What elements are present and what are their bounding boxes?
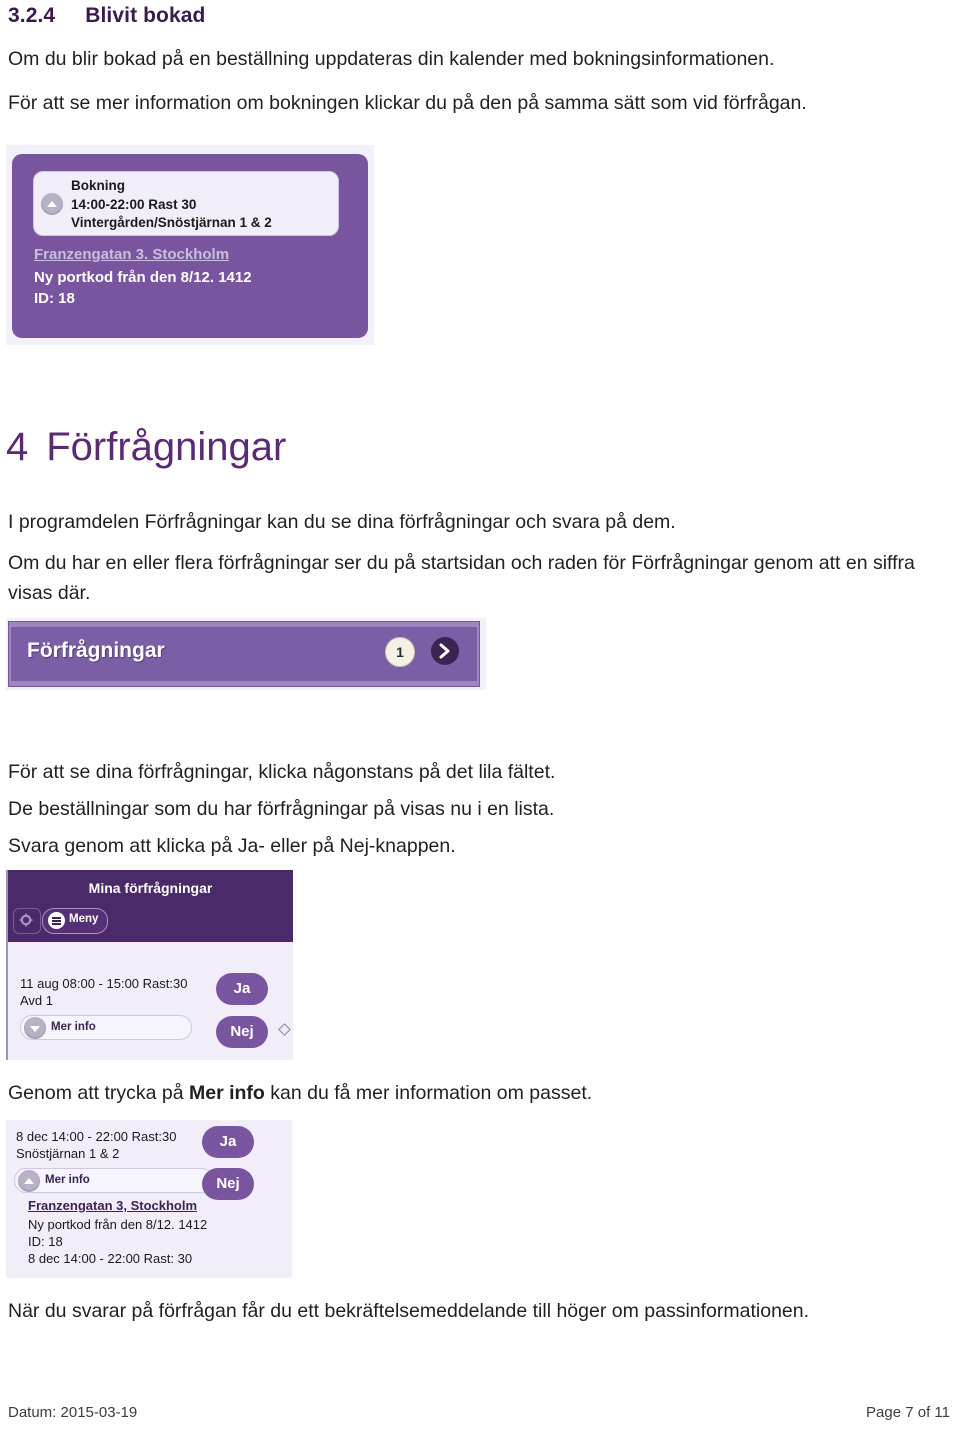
booking-address: Franzengatan 3. Stockholm: [34, 246, 230, 263]
chevron-right-icon[interactable]: [431, 637, 459, 665]
chevron-up-icon[interactable]: [41, 193, 63, 215]
hamburger-menu-icon: [48, 912, 65, 929]
paragraph-8-bold: Mer info: [189, 1082, 265, 1104]
booking-card-summary[interactable]: Bokning 14:00-22:00 Rast 30 Vintergården…: [33, 171, 339, 236]
footer-page-number: Page 7 of 11: [866, 1404, 950, 1421]
expanded-row-time: 8 dec 14:00 - 22:00 Rast:30: [16, 1129, 177, 1144]
answer-no-button[interactable]: Nej: [216, 1016, 268, 1048]
my-requests-header: Mina förfrågningar Meny: [8, 870, 293, 942]
booking-card-lines: Bokning 14:00-22:00 Rast 30 Vintergården…: [71, 177, 272, 233]
chevron-down-icon: [24, 1017, 46, 1039]
expanded-row-text: 8 dec 14:00 - 22:00 Rast:30 Snöstjärnan …: [16, 1128, 176, 1162]
paragraph-5: För att se dina förfrågningar, klicka nå…: [8, 761, 556, 783]
paragraph-8: Genom att trycka på Mer info kan du få m…: [8, 1078, 938, 1108]
booking-location: Vintergården/Snöstjärnan 1 & 2: [71, 215, 272, 230]
page-chapter-heading: 4 Förfrågningar: [6, 425, 286, 470]
booking-details: Ny portkod från den 8/12. 1412 ID: 18: [34, 267, 252, 309]
expanded-details: Ny portkod från den 8/12. 1412 ID: 18 8 …: [28, 1216, 207, 1267]
request-row-time: 11 aug 08:00 - 15:00 Rast:30: [20, 976, 188, 991]
paragraph-4: Om du har en eller flera förfrågningar s…: [8, 552, 915, 604]
requests-bar-label: Förfrågningar: [27, 639, 165, 662]
expanded-row-location: Snöstjärnan 1 & 2: [16, 1146, 120, 1161]
more-info-button-expanded[interactable]: Mer info: [14, 1168, 214, 1193]
section-number: 3.2.4: [8, 4, 56, 27]
request-row-text: 11 aug 08:00 - 15:00 Rast:30 Avd 1: [20, 975, 187, 1009]
booking-id: ID: 18: [34, 290, 75, 307]
paragraph-8-prefix: Genom att trycka på: [8, 1082, 189, 1104]
paragraph-9: När du svarar på förfrågan får du ett be…: [8, 1300, 810, 1322]
request-row-department: Avd 1: [20, 993, 54, 1008]
requests-count-badge: 1: [385, 637, 415, 667]
screenshot-booking-card: Bokning 14:00-22:00 Rast 30 Vintergården…: [6, 145, 374, 345]
chapter-number: 4: [6, 425, 29, 469]
paragraph-7: Svara genom att klicka på Ja- eller på N…: [8, 835, 456, 857]
screenshot-my-requests: Mina förfrågningar Meny 11 aug 08:00 - 1…: [6, 870, 293, 1060]
requests-bar[interactable]: Förfrågningar 1: [11, 627, 477, 681]
paragraph-8-suffix: kan du få mer information om passet.: [264, 1082, 593, 1104]
screenshot-more-info-expanded: 8 dec 14:00 - 22:00 Rast:30 Snöstjärnan …: [6, 1120, 292, 1278]
booking-note: Ny portkod från den 8/12. 1412: [34, 269, 252, 286]
gear-icon[interactable]: [13, 908, 41, 934]
requests-bar-frame: Förfrågningar 1: [8, 621, 480, 687]
chapter-title: Förfrågningar: [46, 425, 287, 469]
expanded-note: Ny portkod från den 8/12. 1412: [28, 1217, 208, 1232]
paragraph-2: För att se mer information om bokningen …: [8, 92, 807, 114]
booking-title: Bokning: [71, 178, 125, 193]
expanded-address: Franzengatan 3, Stockholm: [28, 1198, 198, 1213]
document-page: 3.2.4 Blivit bokad Om du blir bokad på en…: [0, 0, 960, 1438]
more-info-button[interactable]: Mer info: [20, 1015, 192, 1040]
more-info-label-expanded: Mer info: [45, 1174, 90, 1186]
answer-no-button-expanded[interactable]: Nej: [202, 1168, 254, 1200]
expanded-id: ID: 18: [28, 1234, 63, 1249]
my-requests-title: Mina förfrågningar: [88, 880, 213, 896]
scroll-handle[interactable]: [278, 1023, 291, 1036]
booking-time: 14:00-22:00 Rast 30: [71, 196, 197, 212]
section-title: Blivit bokad: [85, 4, 206, 27]
expanded-time-repeat: 8 dec 14:00 - 22:00 Rast: 30: [28, 1251, 193, 1266]
menu-button[interactable]: Meny: [42, 908, 108, 934]
screenshot-requests-bar: Förfrågningar 1: [6, 618, 486, 690]
paragraph-1: Om du blir bokad på en beställning uppda…: [8, 48, 775, 70]
answer-yes-button[interactable]: Ja: [216, 973, 268, 1005]
answer-yes-button-expanded[interactable]: Ja: [202, 1126, 254, 1158]
more-info-label: Mer info: [51, 1021, 96, 1033]
booking-card: Bokning 14:00-22:00 Rast 30 Vintergården…: [12, 154, 368, 338]
paragraph-3: I programdelen Förfrågningar kan du se d…: [8, 511, 676, 533]
paragraph-6: De beställningar som du har förfrågninga…: [8, 798, 555, 820]
footer-date: Datum: 2015-03-19: [8, 1404, 138, 1421]
menu-button-label: Meny: [69, 913, 99, 925]
chevron-up-icon: [18, 1170, 40, 1192]
page-section-heading: 3.2.4 Blivit bokad: [8, 4, 205, 28]
